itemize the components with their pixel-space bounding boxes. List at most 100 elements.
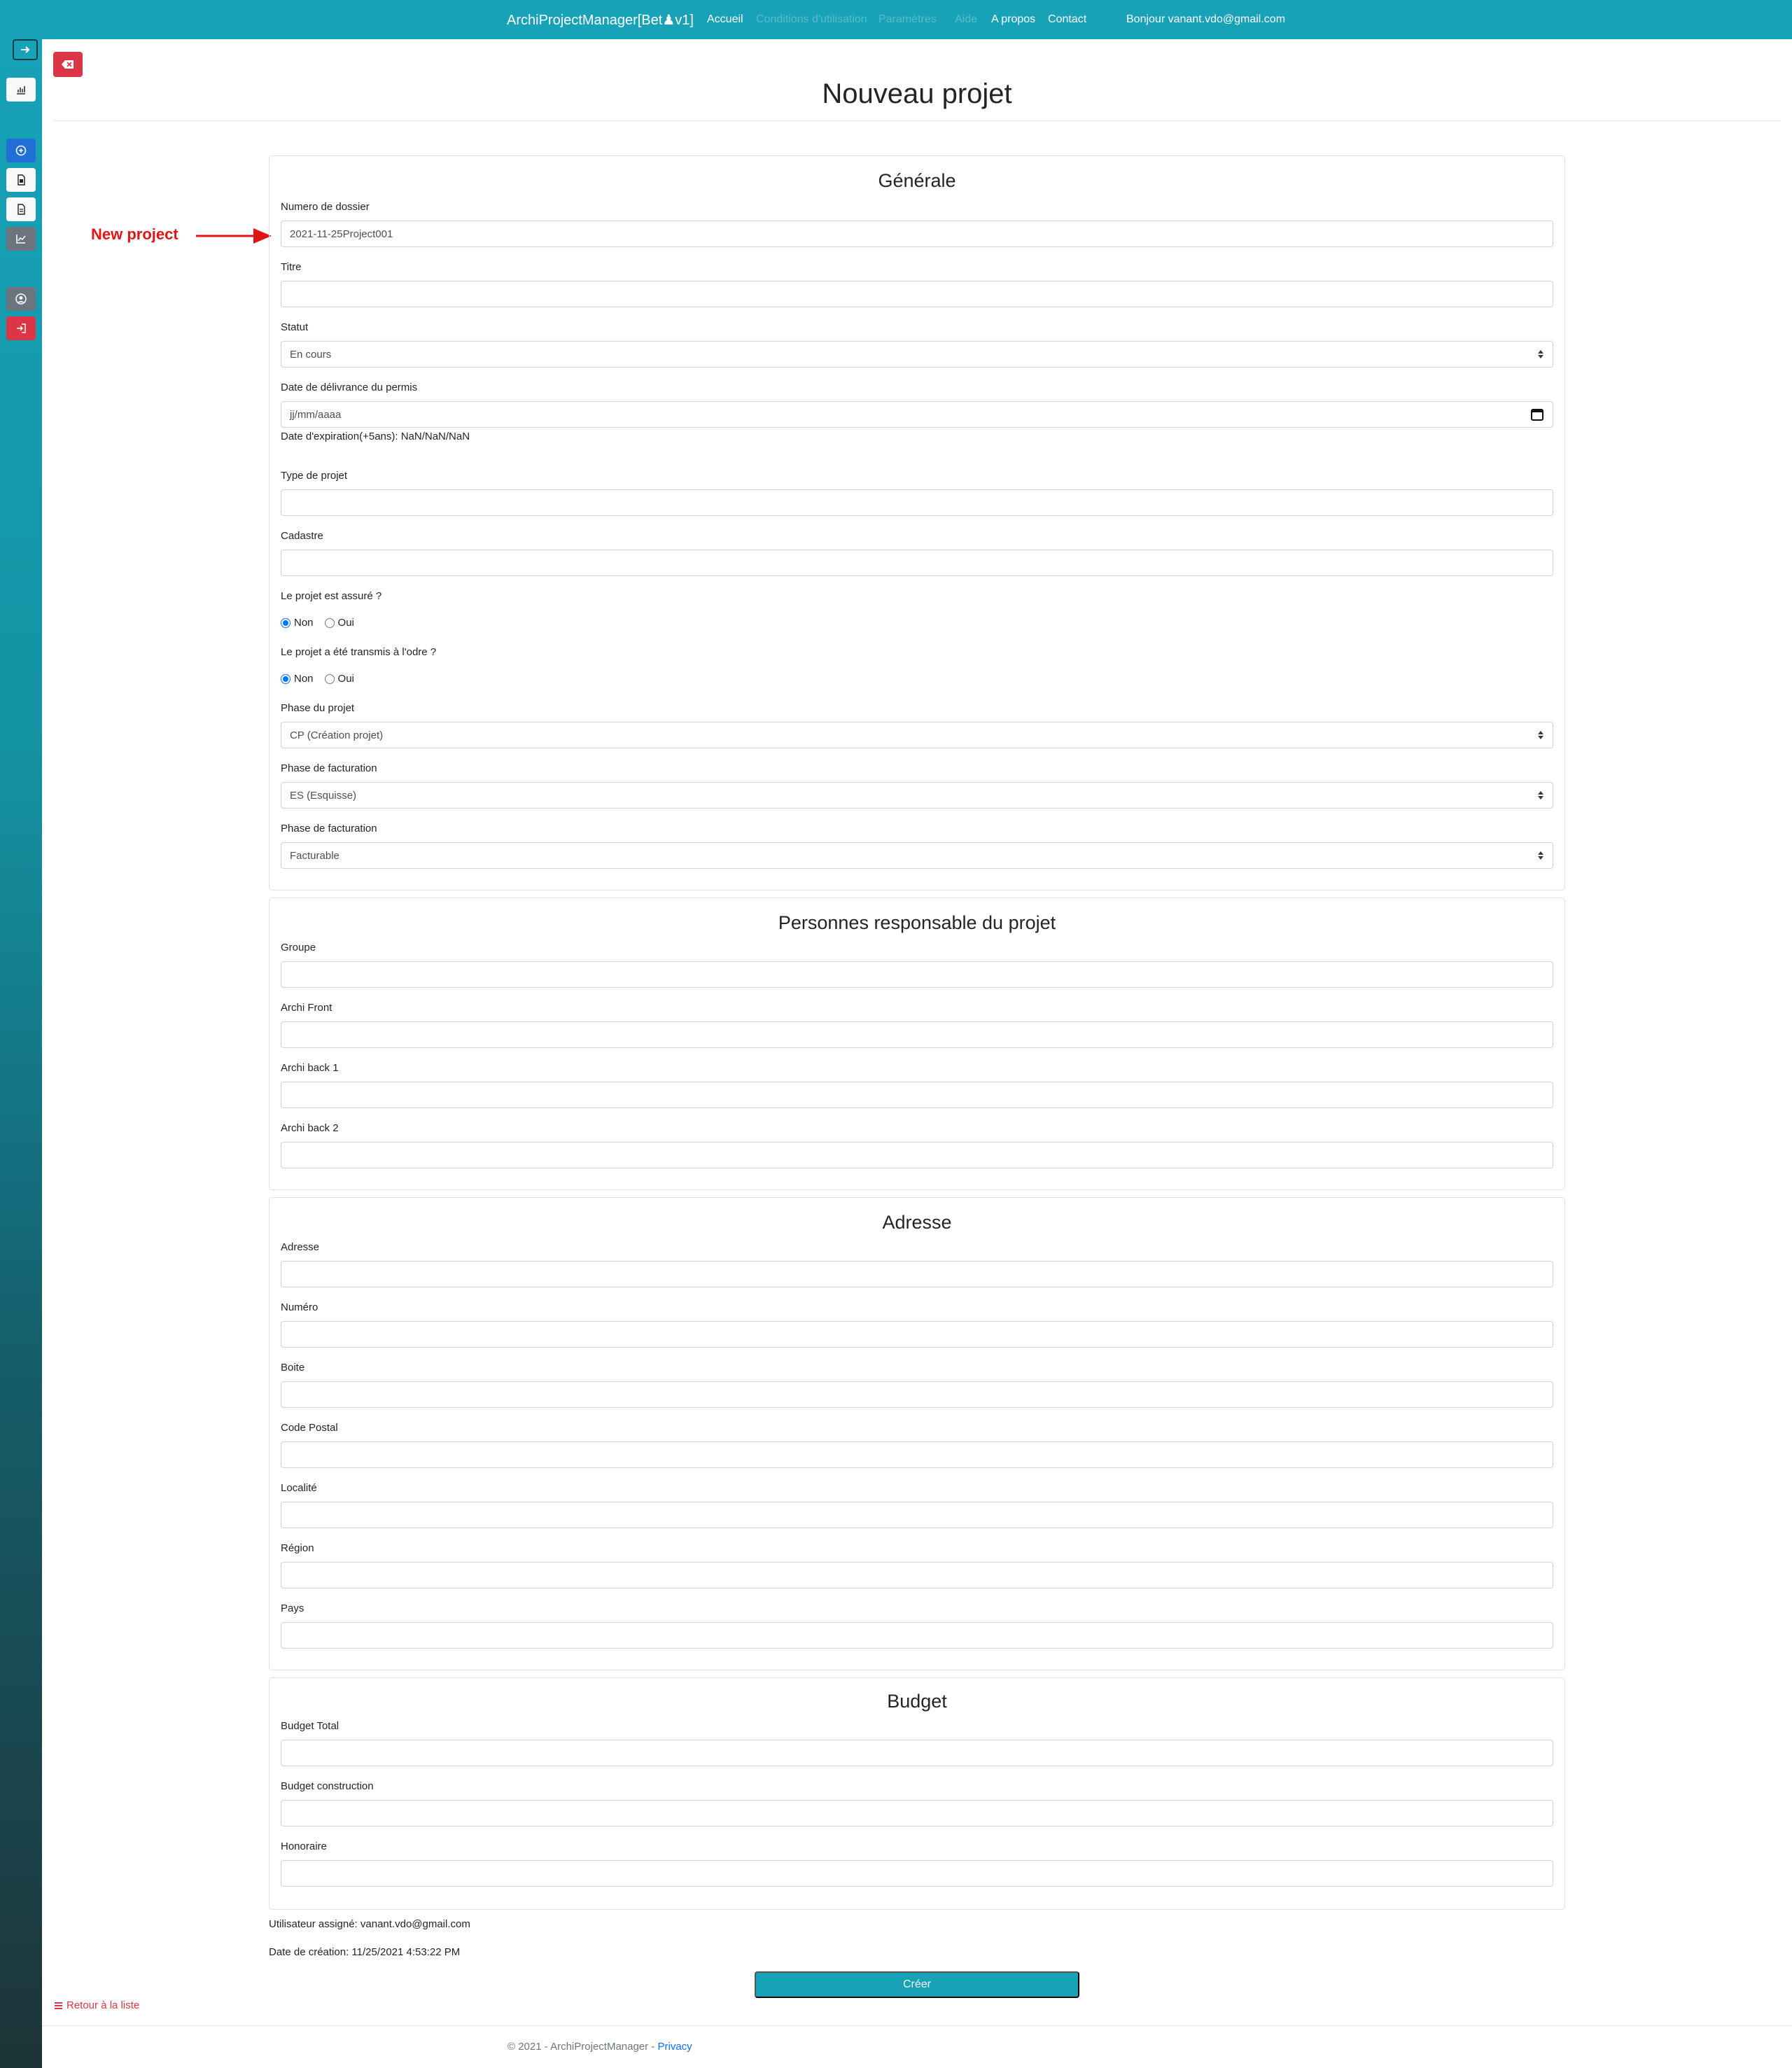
phase-facturation-2-select[interactable]: Facturable — [281, 842, 1553, 869]
code-postal-input[interactable] — [281, 1441, 1553, 1468]
honoraire-label: Honoraire — [281, 1840, 327, 1852]
transmis-non-radio[interactable] — [281, 673, 290, 684]
adresse-label: Adresse — [281, 1241, 320, 1253]
boite-label: Boite — [281, 1362, 305, 1374]
transmis-radio-group: Non Oui — [281, 673, 365, 685]
assure-oui-radio[interactable] — [324, 617, 335, 628]
localite-input[interactable] — [281, 1502, 1553, 1528]
transmis-non-label: Non — [294, 673, 314, 685]
statut-value: En cours — [290, 348, 332, 361]
localite-label: Localité — [281, 1482, 317, 1494]
budget-construction-input[interactable] — [281, 1800, 1553, 1826]
select-caret-icon — [1537, 851, 1544, 860]
phase-projet-label: Phase du projet — [281, 702, 355, 714]
numero-input[interactable] — [281, 1321, 1553, 1348]
nav-aide[interactable]: Aide — [955, 13, 977, 26]
assure-label: Le projet est assuré ? — [281, 590, 382, 602]
arrow-right-icon — [21, 46, 30, 53]
boite-input[interactable] — [281, 1381, 1553, 1408]
select-caret-icon — [1537, 349, 1544, 359]
brand-logo[interactable]: ArchiProjectManager[Bet♟v1] — [507, 11, 694, 29]
nav-conditions[interactable]: Conditions d'utilisation — [756, 13, 867, 26]
section-adresse: Adresse Adresse Numéro Boite Code Postal… — [269, 1197, 1565, 1670]
phase-facturation-select[interactable]: ES (Esquisse) — [281, 782, 1553, 809]
archi-front-input[interactable] — [281, 1021, 1553, 1048]
sidebar-stats-button[interactable] — [6, 227, 36, 251]
footer-divider — [42, 2025, 1792, 2026]
budget-total-label: Budget Total — [281, 1720, 340, 1732]
logout-icon — [17, 323, 26, 333]
section-budget: Budget Budget Total Budget construction … — [269, 1677, 1565, 1910]
region-input[interactable] — [281, 1562, 1553, 1588]
line-chart-icon — [16, 235, 26, 244]
adresse-input[interactable] — [281, 1261, 1553, 1287]
phase-projet-select[interactable]: CP (Création projet) — [281, 722, 1553, 748]
groupe-label: Groupe — [281, 942, 316, 953]
titre-label: Titre — [281, 261, 302, 273]
assure-oui-label: Oui — [337, 617, 354, 629]
calendar-icon[interactable] — [1530, 407, 1544, 421]
page-title: Nouveau projet — [822, 78, 1012, 109]
privacy-link[interactable]: Privacy — [657, 2041, 692, 2053]
nav-accueil[interactable]: Accueil — [707, 13, 743, 26]
back-button[interactable] — [53, 52, 83, 77]
type-projet-input[interactable] — [281, 489, 1553, 516]
groupe-input[interactable] — [281, 961, 1553, 988]
titre-input[interactable] — [281, 281, 1553, 307]
create-button[interactable]: Créer — [755, 1971, 1079, 1998]
title-divider — [53, 120, 1779, 121]
phase-facturation-2-value: Facturable — [290, 849, 340, 862]
list-icon — [55, 2001, 62, 2009]
budget-construction-label: Budget construction — [281, 1780, 374, 1792]
annotation-label: New project — [91, 225, 178, 243]
archi-back2-input[interactable] — [281, 1142, 1553, 1168]
sidebar-new-project-button[interactable] — [6, 139, 36, 162]
assure-non-radio[interactable] — [281, 617, 290, 628]
pays-label: Pays — [281, 1602, 304, 1614]
sidebar-logout-button[interactable] — [6, 316, 36, 340]
transmis-oui-label: Oui — [337, 673, 354, 685]
creation-date-text: Date de création: 11/25/2021 4:53:22 PM — [269, 1946, 461, 1958]
numero-dossier-input[interactable] — [281, 221, 1553, 247]
numero-label: Numéro — [281, 1301, 318, 1313]
transmis-oui-radio[interactable] — [324, 673, 335, 684]
footer: © 2021 - ArchiProjectManager - Privacy — [507, 2041, 692, 2053]
back-to-list-link[interactable]: Retour à la liste — [55, 1999, 139, 2011]
phase-facturation-value: ES (Esquisse) — [290, 789, 357, 802]
sidebar-toggle-button[interactable] — [13, 39, 38, 60]
cadastre-label: Cadastre — [281, 530, 323, 542]
archi-front-label: Archi Front — [281, 1002, 332, 1014]
sidebar-profile-button[interactable] — [6, 287, 36, 311]
nav-parametres[interactable]: Paramètres — [878, 13, 937, 26]
date-permis-input[interactable]: jj/mm/aaaa — [281, 401, 1553, 428]
code-postal-label: Code Postal — [281, 1422, 338, 1434]
section-title-personnes: Personnes responsable du projet — [778, 912, 1056, 933]
section-generale: Générale Numero de dossier Titre Statut … — [269, 155, 1565, 890]
region-label: Région — [281, 1542, 314, 1554]
statut-label: Statut — [281, 321, 309, 333]
pays-input[interactable] — [281, 1622, 1553, 1649]
statut-select[interactable]: En cours — [281, 341, 1553, 368]
section-title-budget: Budget — [887, 1691, 947, 1712]
type-projet-label: Type de projet — [281, 470, 348, 482]
user-greeting[interactable]: Bonjour vanant.vdo@gmail.com — [1126, 13, 1285, 26]
numero-dossier-label: Numero de dossier — [281, 201, 370, 213]
sidebar-documents-button[interactable] — [6, 197, 36, 221]
cadastre-input[interactable] — [281, 550, 1553, 576]
footer-copyright: © 2021 - ArchiProjectManager - — [507, 2041, 658, 2053]
phase-facturation-2-label: Phase de facturation — [281, 823, 377, 834]
section-title-generale: Générale — [878, 170, 956, 191]
top-navbar: ArchiProjectManager[Bet♟v1] Accueil Cond… — [0, 0, 1792, 39]
date-permis-label: Date de délivrance du permis — [281, 382, 418, 393]
sidebar-projects-button[interactable] — [6, 168, 36, 192]
select-caret-icon — [1537, 730, 1544, 740]
nav-a-propos[interactable]: A propos — [991, 13, 1035, 26]
nav-contact[interactable]: Contact — [1048, 13, 1086, 26]
archi-back1-input[interactable] — [281, 1082, 1553, 1108]
select-caret-icon — [1537, 790, 1544, 800]
honoraire-input[interactable] — [281, 1860, 1553, 1887]
archi-back2-label: Archi back 2 — [281, 1122, 339, 1134]
assigned-user-text: Utilisateur assigné: vanant.vdo@gmail.co… — [269, 1918, 470, 1930]
budget-total-input[interactable] — [281, 1740, 1553, 1766]
user-circle-icon — [15, 293, 27, 305]
